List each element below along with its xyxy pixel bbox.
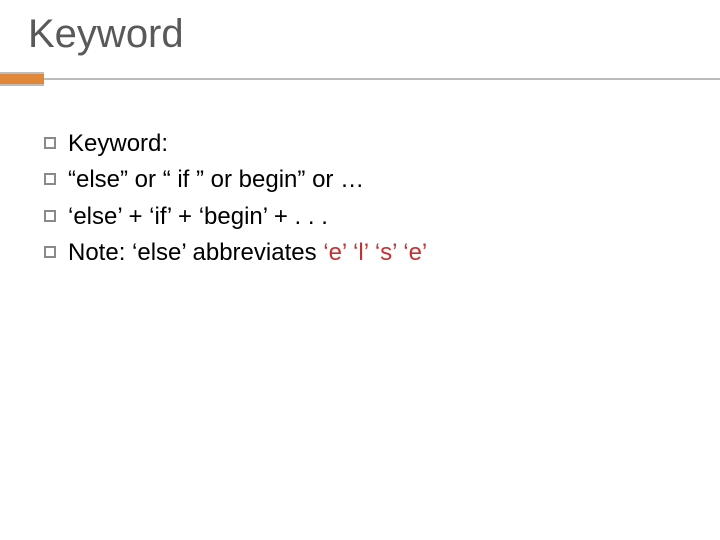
square-bullet-icon [44, 137, 56, 149]
list-item-text: “else” or “ if ” or begin” or … [68, 164, 690, 196]
list-item-text: Keyword: [68, 128, 690, 160]
square-bullet-icon [44, 173, 56, 185]
square-bullet-icon [44, 210, 56, 222]
note-prefix: Note: ‘else’ abbreviates [68, 239, 323, 266]
slide-title: Keyword [28, 12, 184, 57]
list-item: Keyword: [44, 128, 690, 160]
list-item-text: Note: ‘else’ abbreviates ‘e’ ‘l’ ‘s’ ‘e’ [68, 237, 690, 269]
list-item: “else” or “ if ” or begin” or … [44, 164, 690, 196]
square-bullet-icon [44, 246, 56, 258]
title-rule [0, 72, 720, 86]
bullet-list: Keyword: “else” or “ if ” or begin” or …… [44, 128, 690, 274]
note-abbrev: ‘e’ ‘l’ ‘s’ ‘e’ [323, 239, 427, 266]
slide: Keyword Keyword: “else” or “ if ” or beg… [0, 0, 720, 540]
list-item-text: ‘else’ + ‘if’ + ‘begin’ + . . . [68, 201, 690, 233]
list-item: Note: ‘else’ abbreviates ‘e’ ‘l’ ‘s’ ‘e’ [44, 237, 690, 269]
horizontal-rule [44, 72, 720, 86]
list-item: ‘else’ + ‘if’ + ‘begin’ + . . . [44, 201, 690, 233]
accent-block [0, 72, 44, 86]
